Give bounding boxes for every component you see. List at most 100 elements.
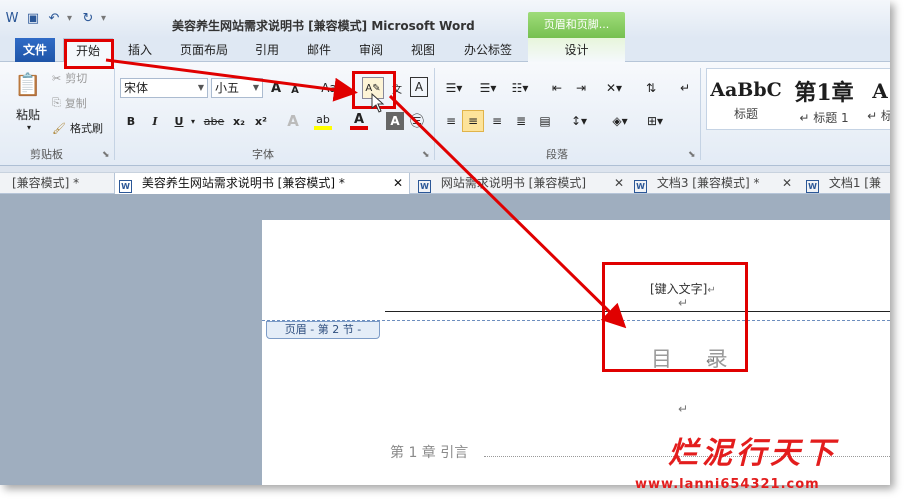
- copy-button[interactable]: ⎘ 复制: [52, 95, 87, 111]
- clipboard-launcher-icon[interactable]: ⬊: [102, 150, 110, 160]
- font-name-combo[interactable]: 宋体 ▼: [120, 78, 208, 98]
- scissors-icon: ✂: [52, 71, 62, 85]
- style-sample: A: [872, 79, 888, 103]
- enclose-characters-icon[interactable]: ㊂: [408, 112, 426, 130]
- redo-icon[interactable]: ↻: [80, 10, 96, 26]
- close-icon[interactable]: ✕: [782, 173, 792, 194]
- font-group-label: 字体: [252, 148, 274, 161]
- paste-dropdown-icon[interactable]: ▾: [24, 122, 34, 132]
- tab-page-layout[interactable]: 页面布局: [172, 38, 236, 62]
- shrink-font-icon[interactable]: A: [288, 82, 302, 98]
- word-app-icon[interactable]: W: [4, 10, 20, 26]
- font-size-combo[interactable]: 小五 ▼: [211, 78, 263, 98]
- style-sample: 第1章: [794, 80, 854, 106]
- save-icon[interactable]: ▣: [25, 10, 41, 26]
- style-heading-1[interactable]: 第1章 ↵ 标题 1: [785, 69, 863, 129]
- underline-button[interactable]: U: [170, 112, 188, 130]
- numbering-icon[interactable]: ☰▾: [476, 79, 500, 97]
- sort-icon[interactable]: ⇅: [642, 79, 660, 97]
- copy-icon: ⎘: [52, 96, 61, 109]
- font-name-value: 宋体: [124, 81, 149, 95]
- underline-dropdown-icon[interactable]: ▾: [188, 116, 198, 126]
- style-name: 标题: [733, 107, 758, 121]
- tab-office-tab[interactable]: 办公标签: [456, 38, 520, 62]
- style-heading-2[interactable]: A ↵ 标: [863, 69, 890, 129]
- text-effects-icon[interactable]: A: [283, 112, 303, 130]
- subscript-button[interactable]: x₂: [230, 112, 248, 130]
- doc-tab[interactable]: W 网站需求说明书 [兼容模式] ✕: [414, 173, 628, 194]
- close-icon[interactable]: ✕: [393, 173, 403, 194]
- tab-mailings[interactable]: 邮件: [300, 38, 338, 62]
- decrease-indent-icon[interactable]: ⇤: [548, 79, 566, 97]
- clipboard-group-label: 剪贴板: [30, 148, 63, 161]
- format-painter-button[interactable]: 🖌 格式刷: [52, 120, 103, 136]
- customize-qat-icon[interactable]: ▾: [101, 13, 109, 24]
- style-title[interactable]: AaBbC 标题: [707, 69, 785, 129]
- doc-tab[interactable]: [兼容模式] *: [12, 173, 112, 194]
- watermark-title: 烂泥行天下: [668, 436, 838, 471]
- align-center-icon[interactable]: ≡: [462, 110, 484, 132]
- doc-tab-label: 美容养生网站需求说明书 [兼容模式] *: [141, 176, 345, 190]
- tab-design[interactable]: 设计: [528, 38, 625, 62]
- multilevel-list-icon[interactable]: ☷▾: [508, 79, 532, 97]
- show-marks-icon[interactable]: ↵: [676, 79, 694, 97]
- annotation-box-clear-format: [352, 71, 396, 109]
- header-section-tag: 页眉 - 第 2 节 -: [266, 321, 380, 339]
- increase-indent-icon[interactable]: ⇥: [572, 79, 590, 97]
- chevron-down-icon: ▼: [252, 83, 259, 92]
- watermark-url: www.lanni654321.com: [635, 477, 820, 492]
- tab-view[interactable]: 视图: [404, 38, 442, 62]
- font-size-value: 小五: [215, 81, 240, 95]
- align-left-icon[interactable]: ≡: [442, 112, 460, 130]
- doc-tab-active[interactable]: W 美容养生网站需求说明书 [兼容模式] * ✕: [114, 173, 410, 194]
- ribbon: 📋 粘贴 ▾ ✂ 剪切 ⎘ 复制 🖌 格式刷 剪贴板 ⬊ 宋体 ▼ 小五 ▼ A…: [0, 62, 890, 166]
- distributed-icon[interactable]: ▤: [536, 112, 554, 130]
- tab-file[interactable]: 文件: [15, 38, 55, 62]
- title-bar: W ▣ ↶ ▾ ↻ ▾ 美容养生网站需求说明书 [兼容模式] Microsoft…: [0, 0, 890, 38]
- paste-icon[interactable]: 📋: [12, 68, 44, 102]
- italic-button[interactable]: I: [146, 112, 164, 130]
- cut-label: 剪切: [65, 72, 88, 85]
- contextual-tab-group-header: 页眉和页脚...: [528, 12, 625, 38]
- cut-button[interactable]: ✂ 剪切: [52, 70, 87, 86]
- grow-font-icon[interactable]: A: [268, 79, 284, 97]
- close-icon[interactable]: ✕: [614, 173, 624, 194]
- bold-button[interactable]: B: [122, 112, 140, 130]
- change-case-icon[interactable]: Aa▾: [320, 79, 344, 97]
- align-right-icon[interactable]: ≡: [488, 112, 506, 130]
- paragraph-group-label: 段落: [546, 148, 568, 161]
- document-tab-bar: [兼容模式] * W 美容养生网站需求说明书 [兼容模式] * ✕ W 网站需求…: [0, 172, 890, 194]
- bullets-icon[interactable]: ☰▾: [442, 79, 466, 97]
- doc-tab-label: 文档1 [兼: [828, 176, 881, 190]
- tab-insert[interactable]: 插入: [120, 38, 160, 62]
- superscript-button[interactable]: x²: [252, 112, 270, 130]
- chevron-down-icon: ▼: [197, 83, 204, 92]
- group-divider: [114, 68, 115, 160]
- copy-label: 复制: [64, 97, 87, 110]
- paragraph-mark-icon: ↵: [678, 402, 689, 416]
- tab-references[interactable]: 引用: [248, 38, 286, 62]
- justify-icon[interactable]: ≣: [512, 112, 530, 130]
- borders-icon[interactable]: ⊞▾: [642, 112, 668, 130]
- character-shading-icon[interactable]: A: [386, 112, 404, 130]
- tab-review[interactable]: 审阅: [352, 38, 390, 62]
- doc-tab[interactable]: W 文档1 [兼: [802, 173, 890, 194]
- word-doc-icon: W: [418, 180, 431, 193]
- doc-tab[interactable]: W 文档3 [兼容模式] * ✕: [630, 173, 800, 194]
- word-doc-icon: W: [634, 180, 647, 193]
- character-border-icon[interactable]: A: [410, 77, 428, 97]
- font-color-icon[interactable]: A: [350, 112, 368, 130]
- format-painter-label: 格式刷: [69, 122, 103, 135]
- font-launcher-icon[interactable]: ⬊: [422, 150, 430, 160]
- shading-icon[interactable]: ◈▾: [606, 112, 634, 130]
- word-doc-icon: W: [806, 180, 819, 193]
- strikethrough-button[interactable]: abe: [203, 112, 225, 130]
- highlight-icon[interactable]: ab: [314, 112, 332, 130]
- undo-dropdown-icon[interactable]: ▾: [67, 13, 75, 24]
- undo-icon[interactable]: ↶: [46, 10, 62, 26]
- chinese-layout-icon[interactable]: ✕▾: [602, 79, 626, 97]
- word-window: W ▣ ↶ ▾ ↻ ▾ 美容养生网站需求说明书 [兼容模式] Microsoft…: [0, 0, 890, 485]
- paragraph-launcher-icon[interactable]: ⬊: [688, 150, 696, 160]
- line-spacing-icon[interactable]: ↕▾: [566, 112, 592, 130]
- paste-button[interactable]: 粘贴: [12, 106, 44, 122]
